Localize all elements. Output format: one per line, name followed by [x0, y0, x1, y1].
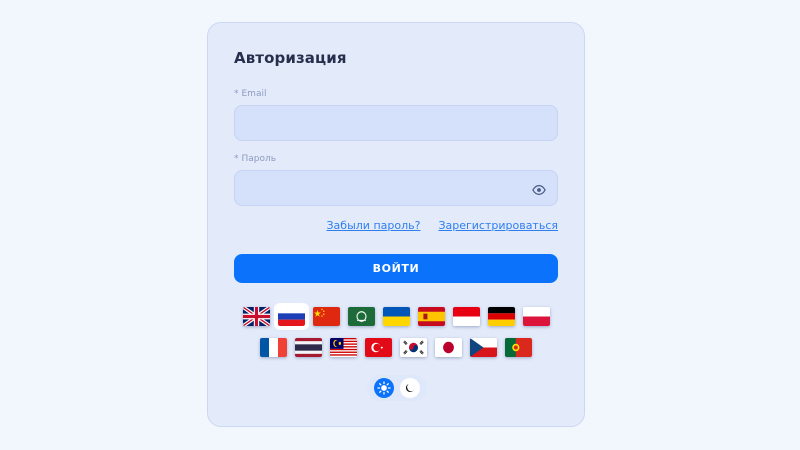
flag-th-icon[interactable] [295, 338, 322, 357]
eye-icon[interactable] [532, 182, 546, 196]
flag-kr-icon[interactable] [400, 338, 427, 357]
auth-links: Забыли пароль? Зарегистрироваться [327, 219, 559, 232]
flag-jp-icon[interactable] [435, 338, 462, 357]
moon-icon[interactable] [400, 378, 420, 398]
password-field[interactable] [235, 171, 557, 205]
language-row-1 [208, 303, 584, 330]
flag-ua-icon[interactable] [382, 307, 410, 326]
flag-tr-icon[interactable] [365, 338, 392, 357]
password-field-wrapper [234, 170, 558, 206]
flag-pt-icon[interactable] [505, 338, 532, 357]
register-link[interactable]: Зарегистрироваться [438, 219, 558, 232]
password-label: * Пароль [234, 154, 277, 164]
flag-gb-icon[interactable] [242, 307, 270, 326]
email-field-wrapper [234, 105, 558, 141]
theme-switcher [367, 375, 427, 401]
flag-de-icon[interactable] [487, 307, 515, 326]
flag-cn-icon[interactable] [312, 307, 340, 326]
email-label: * Email [234, 89, 267, 99]
login-button[interactable]: ВОЙТИ [234, 254, 558, 283]
flag-fr-icon[interactable] [260, 338, 287, 357]
page-title: Авторизация [234, 49, 347, 67]
forgot-password-link[interactable]: Забыли пароль? [327, 219, 421, 232]
flag-cz-icon[interactable] [470, 338, 497, 357]
flag-ru-icon[interactable] [273, 303, 309, 330]
flag-my-icon[interactable] [330, 338, 357, 357]
flag-es-icon[interactable] [417, 307, 445, 326]
language-row-2 [208, 338, 584, 357]
flag-pl-icon[interactable] [522, 307, 550, 326]
sun-icon[interactable] [374, 378, 394, 398]
login-card: Авторизация * Email * Пароль Забыли пароль… [207, 22, 585, 427]
flag-id-icon[interactable] [452, 307, 480, 326]
flag-sa-icon[interactable] [347, 307, 375, 326]
email-field[interactable] [235, 106, 557, 140]
